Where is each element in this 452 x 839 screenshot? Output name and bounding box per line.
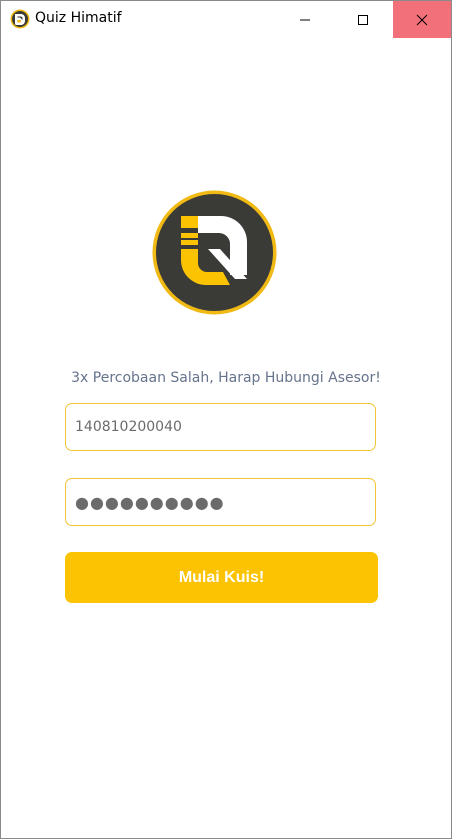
- username-input[interactable]: [65, 403, 376, 451]
- maximize-button[interactable]: [334, 1, 392, 38]
- start-quiz-button[interactable]: Mulai Kuis!: [65, 552, 378, 603]
- maximize-icon: [358, 14, 368, 25]
- quiz-logo: [152, 190, 277, 315]
- password-input[interactable]: [65, 478, 376, 526]
- minimize-icon: [300, 19, 310, 20]
- window-title: Quiz Himatif: [35, 10, 122, 26]
- app-logo-icon: [10, 9, 30, 29]
- close-button[interactable]: [393, 1, 451, 38]
- title-bar[interactable]: Quiz Himatif: [1, 1, 451, 38]
- close-icon: [416, 14, 428, 25]
- app-window: Quiz Himatif 3x Percobaan Salah, Harap H…: [0, 0, 452, 839]
- minimize-button[interactable]: [276, 1, 334, 38]
- attempt-warning-text: 3x Percobaan Salah, Harap Hubungi Asesor…: [71, 370, 381, 386]
